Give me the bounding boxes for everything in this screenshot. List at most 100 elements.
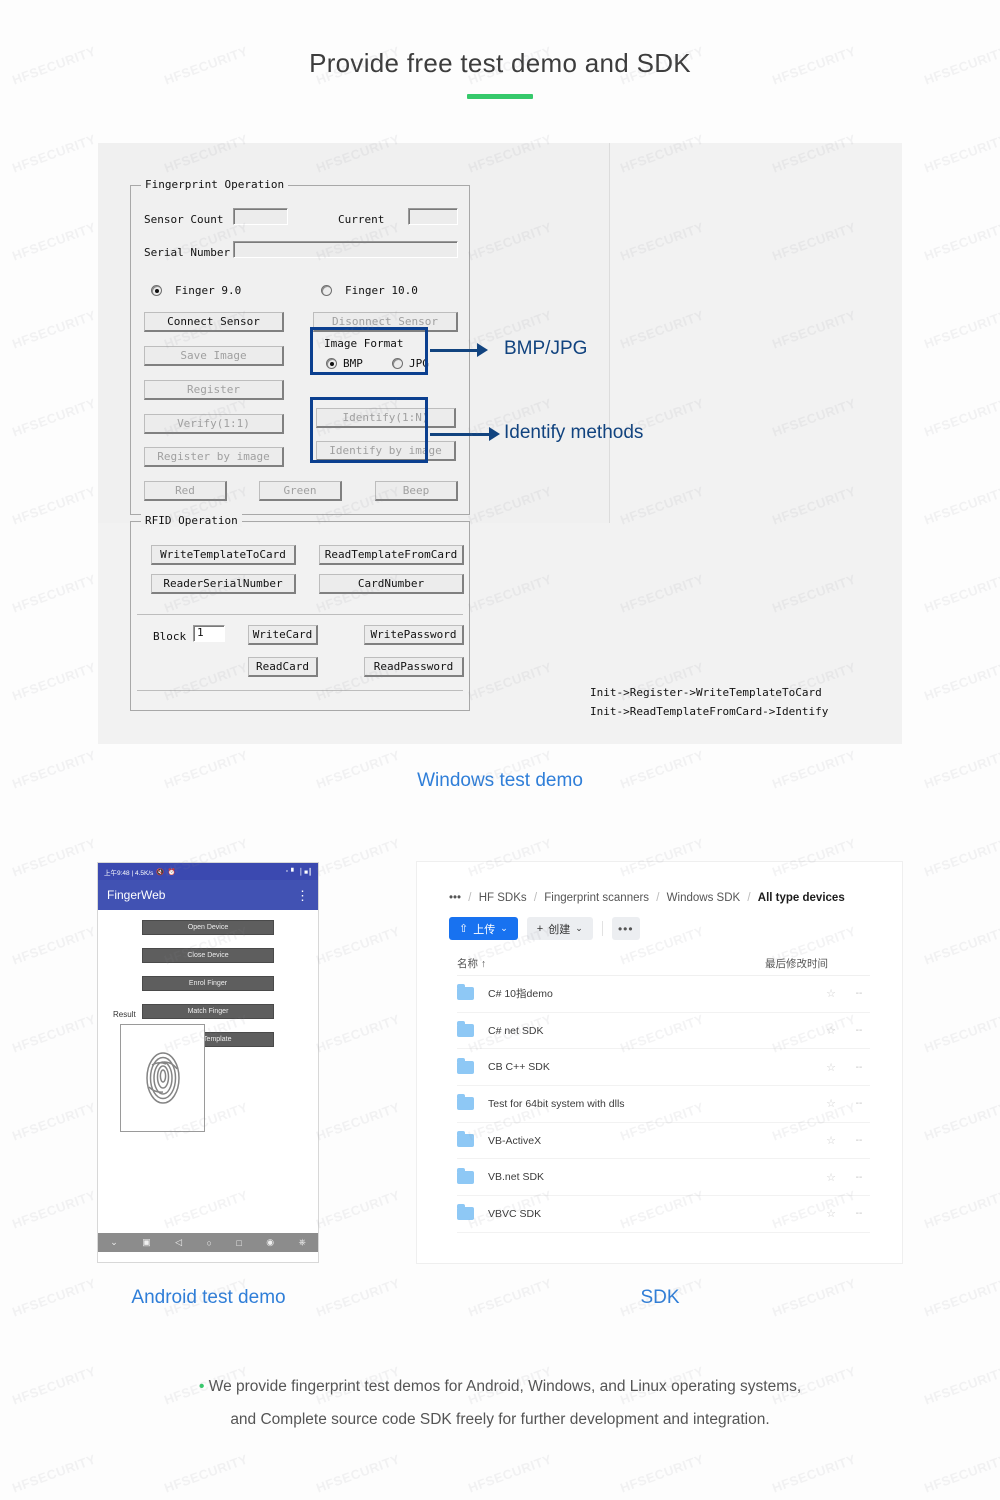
write-card-button[interactable]: WriteCard bbox=[248, 625, 318, 645]
finger-100-radio[interactable]: Finger 10.0 bbox=[321, 284, 418, 297]
watermark-text: HFSECURITY bbox=[922, 131, 1000, 176]
fingerprint-group-legend: Fingerprint Operation bbox=[141, 178, 289, 191]
block-input[interactable]: 1 bbox=[193, 625, 225, 642]
more-actions-button[interactable]: ••• bbox=[611, 917, 640, 940]
register-by-image-button[interactable]: Register by image bbox=[144, 447, 284, 467]
watermark-text: HFSECURITY bbox=[922, 1275, 1000, 1320]
sdk-toolbar: ⇧ 上传 ⌄ + 创建 ⌄ ••• bbox=[449, 917, 640, 940]
enrol-finger-button[interactable]: Enrol Finger bbox=[142, 976, 274, 991]
match-finger-button[interactable]: Match Finger bbox=[142, 1004, 274, 1019]
star-icon[interactable]: ☆ bbox=[814, 1024, 848, 1037]
breadcrumb-item-windows-sdk[interactable]: Windows SDK bbox=[667, 892, 741, 904]
bmp-jpg-annotation: BMP/JPG bbox=[504, 338, 588, 359]
serial-number-label: Serial Number bbox=[144, 246, 231, 259]
watermark-text: HFSECURITY bbox=[618, 1451, 706, 1496]
sensor-count-input[interactable] bbox=[233, 208, 288, 225]
android-nav-bar: ⌄ ▣ ◁ ○ □ ◉ ⎈ bbox=[98, 1233, 318, 1252]
table-row[interactable]: C# 10指demo ☆ -- bbox=[457, 976, 870, 1013]
watermark-text: HFSECURITY bbox=[314, 1011, 402, 1056]
serial-number-input[interactable] bbox=[233, 241, 458, 258]
star-icon[interactable]: ☆ bbox=[814, 1134, 848, 1147]
recents-icon[interactable]: □ bbox=[236, 1238, 241, 1248]
sort-arrow-icon: ↑ bbox=[480, 958, 487, 970]
close-device-button[interactable]: Close Device bbox=[142, 948, 274, 963]
breadcrumb-ellipsis[interactable]: ••• bbox=[449, 892, 461, 904]
breadcrumb-item-hf-sdks[interactable]: HF SDKs bbox=[479, 892, 527, 904]
init-flow-lines: Init->Register->WriteTemplateToCard Init… bbox=[590, 683, 828, 722]
upload-button[interactable]: ⇧ 上传 ⌄ bbox=[449, 917, 518, 940]
watermark-text: HFSECURITY bbox=[922, 571, 1000, 616]
table-row[interactable]: Test for 64bit system with dlls ☆ -- bbox=[457, 1086, 870, 1123]
finger-90-radio[interactable]: Finger 9.0 bbox=[151, 284, 241, 297]
register-button[interactable]: Register bbox=[144, 380, 284, 400]
read-card-button[interactable]: ReadCard bbox=[248, 657, 318, 677]
chevron-down-icon-upload: ⌄ bbox=[500, 923, 508, 933]
file-modified: -- bbox=[855, 1061, 863, 1073]
rfid-operation-group: RFID Operation WriteTemplateToCard ReadT… bbox=[130, 514, 470, 711]
breadcrumb-current: All type devices bbox=[757, 892, 845, 904]
watermark-text: HFSECURITY bbox=[10, 1451, 98, 1496]
card-number-button[interactable]: CardNumber bbox=[319, 574, 464, 594]
read-password-button[interactable]: ReadPassword bbox=[364, 657, 464, 677]
identify-methods-highlight-box bbox=[310, 397, 428, 463]
save-image-button[interactable]: Save Image bbox=[144, 346, 284, 366]
watermark-text: HFSECURITY bbox=[466, 1451, 554, 1496]
table-row[interactable]: VB.net SDK ☆ -- bbox=[457, 1159, 870, 1197]
battery-icon: ■┃ bbox=[304, 868, 312, 876]
table-row[interactable]: VB-ActiveX ☆ -- bbox=[457, 1123, 870, 1160]
watermark-text: HFSECURITY bbox=[314, 1099, 402, 1144]
star-icon[interactable]: ☆ bbox=[814, 1061, 848, 1074]
green-button[interactable]: Green bbox=[259, 481, 342, 501]
rfid-divider-bottom bbox=[137, 690, 463, 691]
power-icon[interactable]: ⎈ bbox=[299, 1237, 306, 1248]
write-password-button[interactable]: WritePassword bbox=[364, 625, 464, 645]
watermark-text: HFSECURITY bbox=[922, 307, 1000, 352]
beep-button[interactable]: Beep bbox=[375, 481, 458, 501]
verify-1-1-button[interactable]: Verify(1:1) bbox=[144, 414, 284, 434]
read-template-from-card-button[interactable]: ReadTemplateFromCard bbox=[319, 545, 464, 565]
signal-icon: ▘▕ bbox=[291, 868, 302, 876]
reader-serial-number-button[interactable]: ReaderSerialNumber bbox=[151, 574, 296, 594]
block-label: Block bbox=[153, 630, 187, 643]
kebab-menu-icon[interactable]: ⋮ bbox=[296, 889, 309, 902]
write-template-to-card-button[interactable]: WriteTemplateToCard bbox=[151, 545, 296, 565]
identify-methods-annotation: Identify methods bbox=[504, 422, 644, 443]
file-list-header: 名称 ↑ 最后修改时间 bbox=[457, 952, 870, 976]
table-row[interactable]: C# net SDK ☆ -- bbox=[457, 1013, 870, 1050]
title-underline-rule bbox=[467, 94, 533, 99]
file-name: VBVC SDK bbox=[488, 1207, 542, 1220]
android-demo-phone: 上午9:48 | 4.5K/s 🔇 ⏰ ▫ ▘▕ ■┃ FingerWeb ⋮ … bbox=[97, 862, 319, 1263]
breadcrumb-item-fingerprint-scanners[interactable]: Fingerprint scanners bbox=[544, 892, 649, 904]
star-icon[interactable]: ☆ bbox=[814, 1207, 848, 1220]
watermark-text: HFSECURITY bbox=[10, 571, 98, 616]
status-bar-left-text: 上午9:48 | 4.5K/s bbox=[104, 869, 154, 877]
sdk-caption: SDK bbox=[640, 1287, 680, 1308]
file-modified: -- bbox=[855, 1171, 863, 1183]
screenshot-icon[interactable]: ▣ bbox=[142, 1237, 151, 1248]
file-name: VB-ActiveX bbox=[488, 1134, 542, 1147]
create-button[interactable]: + 创建 ⌄ bbox=[526, 917, 593, 940]
connect-sensor-button[interactable]: Connect Sensor bbox=[144, 312, 284, 332]
rotate-icon[interactable]: ◉ bbox=[266, 1237, 274, 1248]
watermark-text: HFSECURITY bbox=[10, 1011, 98, 1056]
identify-methods-arrow-head bbox=[489, 427, 500, 441]
open-device-button[interactable]: Open Device bbox=[142, 920, 274, 935]
finger-90-label: Finger 9.0 bbox=[175, 284, 242, 297]
star-icon[interactable]: ☆ bbox=[814, 987, 848, 1000]
android-app-title: FingerWeb bbox=[107, 888, 166, 902]
current-input[interactable] bbox=[408, 208, 458, 225]
red-button[interactable]: Red bbox=[144, 481, 227, 501]
back-icon[interactable]: ◁ bbox=[175, 1237, 182, 1248]
fingerprint-image bbox=[145, 1052, 180, 1104]
column-header-name[interactable]: 名称 ↑ bbox=[457, 956, 486, 971]
result-label: Result bbox=[113, 1010, 136, 1019]
home-icon[interactable]: ○ bbox=[207, 1238, 212, 1248]
alarm-icon: ⏰ bbox=[167, 868, 176, 876]
breadcrumb-sep-1: / bbox=[533, 892, 538, 904]
table-row[interactable]: CB C++ SDK ☆ -- bbox=[457, 1049, 870, 1087]
star-icon[interactable]: ☆ bbox=[814, 1171, 848, 1184]
table-row[interactable]: VBVC SDK ☆ -- bbox=[457, 1196, 870, 1233]
collapse-icon[interactable]: ⌄ bbox=[110, 1237, 118, 1248]
watermark-text: HFSECURITY bbox=[10, 395, 98, 440]
star-icon[interactable]: ☆ bbox=[814, 1097, 848, 1110]
